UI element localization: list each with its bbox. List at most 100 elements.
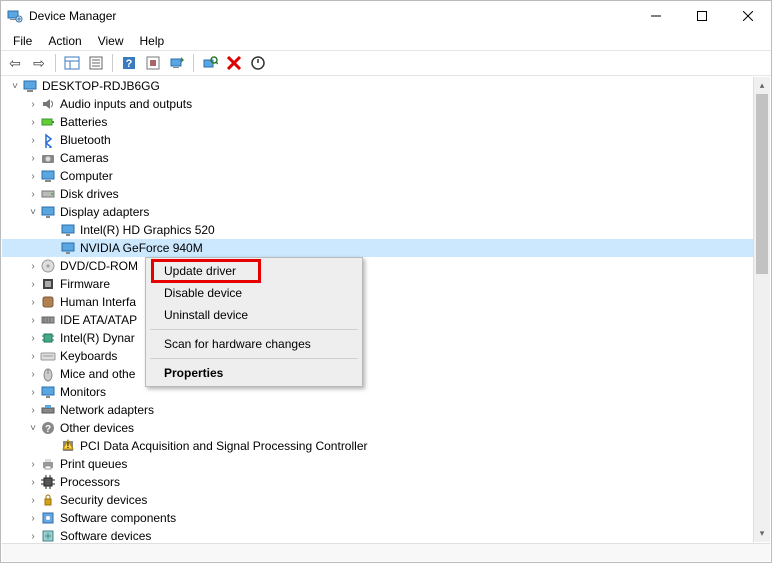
tree-category-hid[interactable]: › Human Interfa xyxy=(2,293,754,311)
show-hide-tree-button[interactable] xyxy=(61,52,83,74)
tree-category-label: Network adapters xyxy=(60,403,154,417)
tree-category-label: Bluetooth xyxy=(60,133,111,147)
ctx-scan-hardware[interactable]: Scan for hardware changes xyxy=(148,333,360,355)
chevron-right-icon[interactable]: › xyxy=(26,351,40,362)
bluetooth-icon xyxy=(40,132,56,148)
chevron-right-icon[interactable]: › xyxy=(26,279,40,290)
chevron-down-icon[interactable]: ˅ xyxy=(26,423,40,434)
menu-action[interactable]: Action xyxy=(40,33,89,49)
chevron-right-icon[interactable]: › xyxy=(26,495,40,506)
display-icon xyxy=(40,204,56,220)
scroll-up-button[interactable]: ▴ xyxy=(754,77,770,94)
chevron-right-icon[interactable]: › xyxy=(26,315,40,326)
tree-category-swdev[interactable]: › Software devices xyxy=(2,527,754,542)
tree-category-label: Security devices xyxy=(60,493,147,507)
chevron-right-icon[interactable]: › xyxy=(26,135,40,146)
chevron-right-icon[interactable]: › xyxy=(26,369,40,380)
scan-toolbar-button[interactable] xyxy=(199,52,221,74)
ctx-update-driver[interactable]: Update driver xyxy=(148,260,360,282)
scroll-thumb[interactable] xyxy=(756,94,768,274)
tree-root[interactable]: ˅ DESKTOP-RDJB6GG xyxy=(2,77,754,95)
tree-category-label: Human Interfa xyxy=(60,295,136,309)
tree-device-intel[interactable]: Intel(R) HD Graphics 520 xyxy=(2,221,754,239)
tree-category-other[interactable]: ˅?Other devices xyxy=(2,419,754,437)
toolbar: ⇦ ⇨ ? xyxy=(1,50,771,76)
tree-category-swcomp[interactable]: ›Software components xyxy=(2,509,754,527)
device-tree[interactable]: ˅ DESKTOP-RDJB6GG › Audio inputs and outp… xyxy=(2,77,770,542)
chevron-right-icon[interactable]: › xyxy=(26,153,40,164)
tree-category-label: Software devices xyxy=(60,529,151,542)
menu-help[interactable]: Help xyxy=(132,33,173,49)
tree-category-printq[interactable]: ›Print queues xyxy=(2,455,754,473)
chevron-right-icon[interactable]: › xyxy=(26,99,40,110)
chevron-right-icon[interactable]: › xyxy=(26,477,40,488)
tree-category-computer[interactable]: › Computer xyxy=(2,167,754,185)
tree-category-intel-dyn[interactable]: ›Intel(R) Dynar xyxy=(2,329,754,347)
swcomp-icon xyxy=(40,510,56,526)
tree-category-audio[interactable]: › Audio inputs and outputs xyxy=(2,95,754,113)
tree-category-firmware[interactable]: ›Firmware xyxy=(2,275,754,293)
chevron-right-icon[interactable]: › xyxy=(26,405,40,416)
uninstall-toolbar-button[interactable] xyxy=(223,52,245,74)
menu-view[interactable]: View xyxy=(90,33,132,49)
scroll-down-button[interactable]: ▾ xyxy=(754,525,770,542)
disable-toolbar-button[interactable] xyxy=(247,52,269,74)
chevron-right-icon[interactable]: › xyxy=(26,117,40,128)
maximize-button[interactable] xyxy=(679,2,725,30)
chevron-right-icon[interactable]: › xyxy=(26,171,40,182)
caption-buttons xyxy=(633,2,771,30)
tree-category-bluetooth[interactable]: › Bluetooth xyxy=(2,131,754,149)
computer-icon xyxy=(22,78,38,94)
chevron-down-icon[interactable]: ˅ xyxy=(26,207,40,218)
tree-category-disk[interactable]: ›Disk drives xyxy=(2,185,754,203)
tree-device-pci-daq[interactable]: !PCI Data Acquisition and Signal Process… xyxy=(2,437,754,455)
tree-category-label: Processors xyxy=(60,475,120,489)
back-button[interactable]: ⇦ xyxy=(4,52,26,74)
help-toolbar-button[interactable]: ? xyxy=(118,52,140,74)
tree-category-label: Keyboards xyxy=(60,349,117,363)
chevron-right-icon[interactable]: › xyxy=(26,333,40,344)
tree-category-label: Batteries xyxy=(60,115,107,129)
update-driver-toolbar-button[interactable] xyxy=(166,52,188,74)
tree-category-label: Audio inputs and outputs xyxy=(60,97,192,111)
tree-container: ˅ DESKTOP-RDJB6GG › Audio inputs and outp… xyxy=(2,77,770,542)
chevron-right-icon[interactable]: › xyxy=(26,459,40,470)
tree-category-processors[interactable]: › Processors xyxy=(2,473,754,491)
forward-button[interactable]: ⇨ xyxy=(28,52,50,74)
tree-category-batteries[interactable]: › Batteries xyxy=(2,113,754,131)
minimize-button[interactable] xyxy=(633,2,679,30)
ctx-disable-device[interactable]: Disable device xyxy=(148,282,360,304)
chevron-right-icon[interactable]: › xyxy=(26,189,40,200)
tree-category-cameras[interactable]: ›Cameras xyxy=(2,149,754,167)
titlebar: Device Manager xyxy=(1,1,771,31)
tree-category-ide[interactable]: ›IDE ATA/ATAP xyxy=(2,311,754,329)
close-button[interactable] xyxy=(725,2,771,30)
chevron-right-icon[interactable]: › xyxy=(26,387,40,398)
ctx-uninstall-device[interactable]: Uninstall device xyxy=(148,304,360,326)
tree-category-network[interactable]: › Network adapters xyxy=(2,401,754,419)
tree-category-mice[interactable]: ›Mice and othe xyxy=(2,365,754,383)
chevron-down-icon[interactable]: ˅ xyxy=(8,81,22,92)
chevron-right-icon[interactable]: › xyxy=(26,531,40,542)
tree-device-nvidia[interactable]: NVIDIA GeForce 940M xyxy=(2,239,754,257)
display-icon xyxy=(60,240,76,256)
tree-category-label: Monitors xyxy=(60,385,106,399)
tree-category-keyboards[interactable]: › Keyboards xyxy=(2,347,754,365)
chevron-right-icon[interactable]: › xyxy=(26,513,40,524)
scroll-track[interactable] xyxy=(754,94,770,525)
toolbar-separator xyxy=(112,54,113,72)
tree-category-display[interactable]: ˅Display adapters xyxy=(2,203,754,221)
keyboard-icon xyxy=(40,348,56,364)
chevron-right-icon[interactable]: › xyxy=(26,297,40,308)
properties-toolbar-button[interactable] xyxy=(85,52,107,74)
tree-category-dvd[interactable]: › DVD/CD-ROM xyxy=(2,257,754,275)
tree-category-security[interactable]: › Security devices xyxy=(2,491,754,509)
ctx-properties[interactable]: Properties xyxy=(148,362,360,384)
tree-category-label: Computer xyxy=(60,169,113,183)
vertical-scrollbar[interactable]: ▴ ▾ xyxy=(753,77,770,542)
tree-category-monitors[interactable]: › Monitors xyxy=(2,383,754,401)
chevron-right-icon[interactable]: › xyxy=(26,261,40,272)
menu-file[interactable]: File xyxy=(5,33,40,49)
action-toolbar-button[interactable] xyxy=(142,52,164,74)
tree-category-label: DVD/CD-ROM xyxy=(60,259,138,273)
